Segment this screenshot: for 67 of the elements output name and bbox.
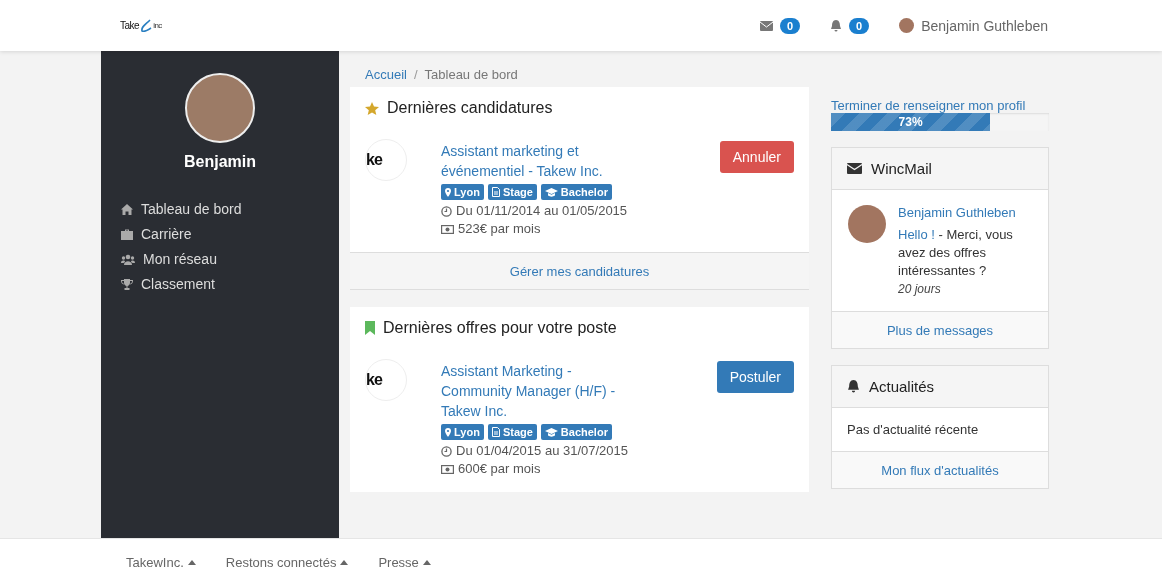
star-icon: [365, 101, 379, 115]
bell-icon: [847, 380, 860, 393]
breadcrumb-item[interactable]: Accueil: [365, 67, 407, 80]
panel-footer-link[interactable]: Plus de messages: [832, 312, 1048, 348]
panel-title: WincMail: [871, 160, 932, 177]
sidebar-item-label[interactable]: Tableau de bord: [141, 201, 242, 217]
users-icon: [121, 253, 135, 265]
tag-label: Stage: [502, 186, 533, 198]
caret-up-icon[interactable]: [187, 560, 196, 565]
user-name-link[interactable]: Benjamin Guthleben: [921, 17, 1048, 34]
caret-up-icon[interactable]: [340, 560, 349, 565]
graduation-cap-icon: [544, 187, 558, 197]
envelope-icon[interactable]: [759, 20, 773, 31]
sender-photo-placeholder: [848, 205, 886, 243]
message-time: 20 jours: [898, 282, 942, 296]
avatar-placeholder: [899, 18, 915, 33]
message-preview: Hello ! - Merci, vous avez des offres intéressantes ?: [898, 226, 1014, 280]
banknote-icon: [441, 464, 454, 474]
job-dates: Du 01/11/2014 au 01/05/2015: [456, 202, 628, 220]
card-title: Dernières offres pour votre poste: [383, 319, 617, 337]
job-salary: 523€ par mois: [458, 220, 541, 238]
bookmark-icon: [365, 321, 375, 335]
apply-button[interactable]: Postuler: [716, 361, 794, 393]
footer-link-label[interactable]: Restons connectés: [225, 555, 337, 570]
clock-icon: [441, 205, 452, 217]
envelope-icon: [847, 163, 862, 174]
panel-title: Actualités: [869, 378, 935, 395]
profile-completion-link[interactable]: Terminer de renseigner mon profil: [831, 98, 1049, 113]
sender-name-link[interactable]: Benjamin Guthleben: [898, 205, 1033, 220]
job-title-link[interactable]: Assistant Marketing - Community Manager (H/F) - Takew Inc.: [441, 361, 631, 421]
tag-label: Stage: [502, 426, 533, 438]
bell-icon[interactable]: [830, 19, 842, 32]
sidebar-user-name: Benjamin: [184, 153, 256, 171]
message-link[interactable]: Hello !: [898, 227, 935, 242]
card-title: Dernières candidatures: [387, 99, 553, 117]
banknote-icon: [441, 224, 454, 234]
tag-label: Lyon: [454, 426, 480, 438]
footer-link-label[interactable]: TakewInc.: [126, 555, 184, 570]
graduation-cap-icon: [544, 427, 558, 437]
tag-label: Lyon: [454, 186, 480, 198]
footer-link-label[interactable]: Presse: [378, 555, 419, 570]
job-title-link[interactable]: Assistant marketing et événementiel - Takew Inc.: [441, 141, 631, 181]
takewinc-logo[interactable]: Take inc: [120, 18, 162, 33]
notification-count-badge: 0: [849, 17, 870, 34]
clock-icon: [441, 445, 452, 457]
sidebar-item-label[interactable]: Classement: [141, 276, 215, 292]
map-pin-icon: [445, 427, 451, 437]
breadcrumb-item[interactable]: Tableau de bord: [424, 67, 518, 80]
map-pin-icon: [445, 187, 451, 197]
card-footer-link[interactable]: Gérer mes candidatures: [350, 252, 809, 290]
sidebar-item-label[interactable]: Carrière: [141, 226, 192, 242]
document-icon: [491, 187, 500, 197]
document-icon: [491, 427, 500, 437]
panel-footer-link[interactable]: Mon flux d'actualités: [832, 452, 1048, 488]
sidebar-item-label[interactable]: Mon réseau: [143, 251, 217, 267]
briefcase-icon: [121, 228, 133, 240]
tag-label: Bachelor: [560, 186, 608, 198]
caret-up-icon[interactable]: [422, 560, 431, 565]
profile-progress-fill: 73%: [831, 113, 991, 131]
message-count-badge: 0: [779, 17, 800, 34]
trophy-icon: [121, 278, 133, 290]
home-icon: [121, 203, 133, 215]
job-salary: 600€ par mois: [458, 460, 541, 478]
cancel-button[interactable]: Annuler: [719, 141, 794, 173]
tag-label: Bachelor: [560, 426, 608, 438]
job-dates: Du 01/04/2015 au 31/07/2015: [456, 442, 629, 460]
breadcrumb-separator: /: [413, 67, 418, 80]
